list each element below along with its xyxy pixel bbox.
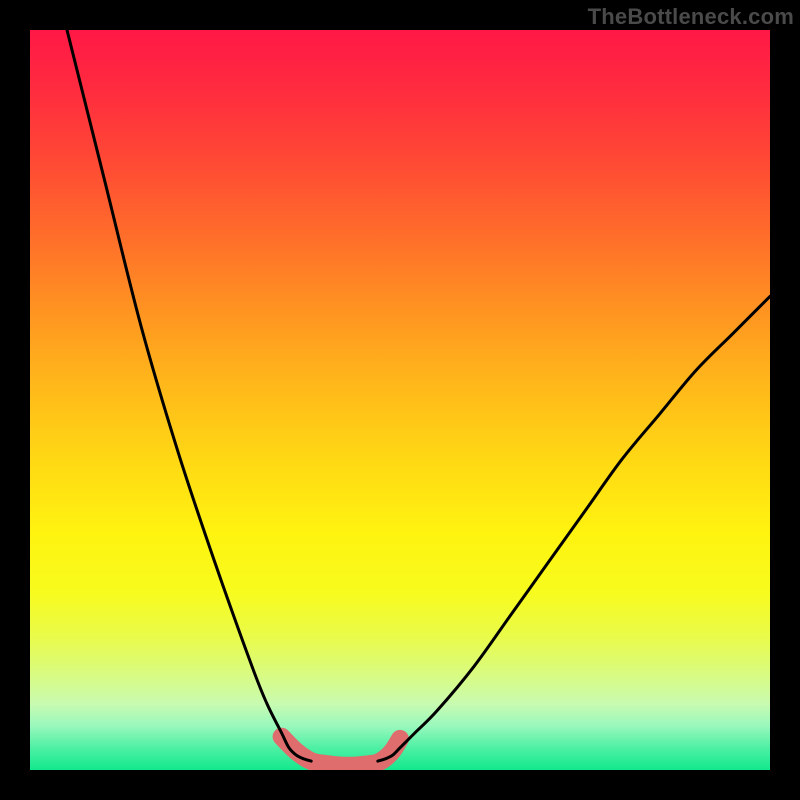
bottleneck-left-curve bbox=[67, 30, 311, 761]
bottleneck-right-curve bbox=[378, 296, 770, 761]
attribution-text: TheBottleneck.com bbox=[588, 4, 794, 30]
bottleneck-bottom-band bbox=[282, 737, 400, 766]
chart-frame: TheBottleneck.com bbox=[0, 0, 800, 800]
plot-area bbox=[30, 30, 770, 770]
curves-layer bbox=[30, 30, 770, 770]
